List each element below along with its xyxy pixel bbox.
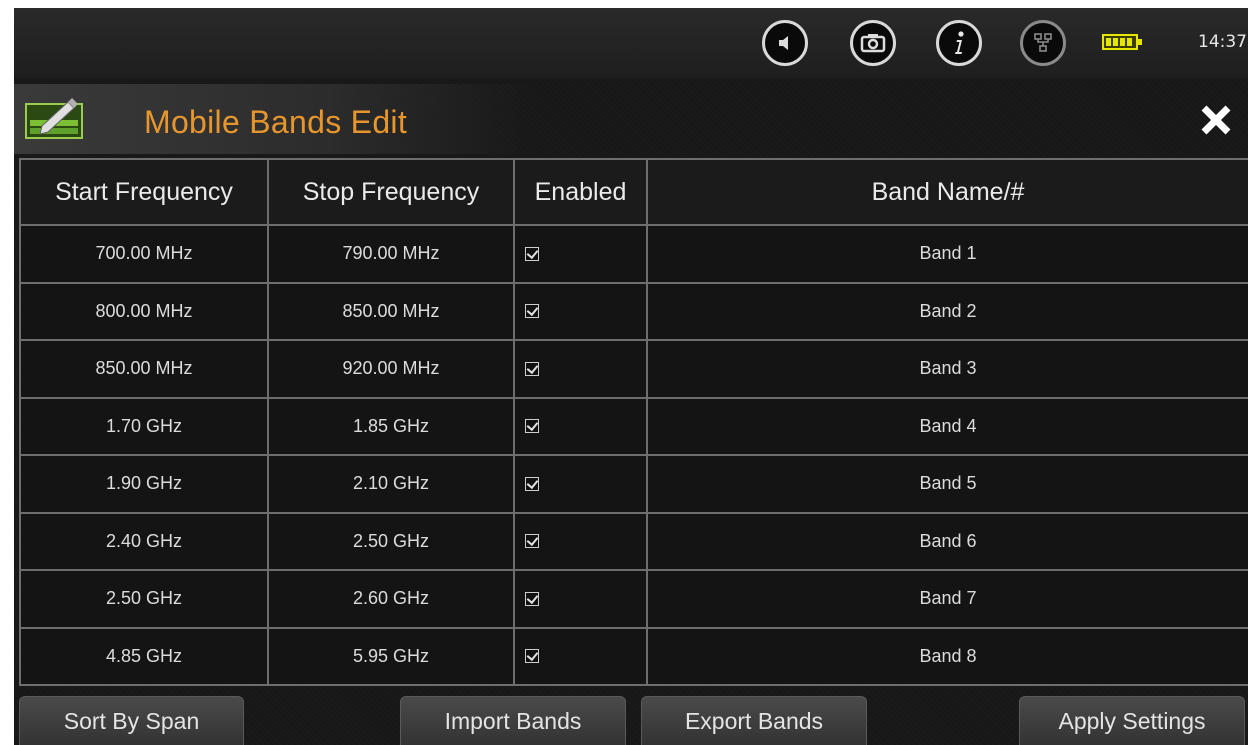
table-row[interactable]: 2.50 GHz 2.60 GHz Band 7 <box>19 569 1248 629</box>
start-frequency-cell[interactable]: 2.50 GHz <box>19 569 269 629</box>
device-screen: 14:37 Mobile Bands Edit Start Frequency … <box>14 8 1248 745</box>
enabled-checkbox[interactable] <box>525 361 539 376</box>
stop-frequency-cell[interactable]: 2.50 GHz <box>267 511 515 571</box>
table-row[interactable]: 850.00 MHz 920.00 MHz Band 3 <box>19 339 1248 399</box>
stop-frequency-cell[interactable]: 5.95 GHz <box>267 626 515 686</box>
start-frequency-cell[interactable]: 1.70 GHz <box>19 396 269 456</box>
speaker-icon[interactable] <box>762 20 808 66</box>
stop-frequency-cell[interactable]: 850.00 MHz <box>267 281 515 341</box>
status-bar: 14:37 <box>14 8 1248 78</box>
band-name-cell[interactable]: Band 8 <box>646 626 1248 686</box>
stop-frequency-cell[interactable]: 2.10 GHz <box>267 454 515 514</box>
import-bands-button[interactable]: Import Bands <box>400 696 626 745</box>
band-name-cell[interactable]: Band 2 <box>646 281 1248 341</box>
start-frequency-cell[interactable]: 2.40 GHz <box>19 511 269 571</box>
enabled-cell[interactable] <box>513 626 648 686</box>
band-name-cell[interactable]: Band 6 <box>646 511 1248 571</box>
apply-settings-button[interactable]: Apply Settings <box>1019 696 1245 745</box>
start-frequency-cell[interactable]: 800.00 MHz <box>19 281 269 341</box>
band-name-cell[interactable]: Band 5 <box>646 454 1248 514</box>
table-header-row: Start Frequency Stop Frequency Enabled B… <box>19 158 1248 226</box>
enabled-cell[interactable] <box>513 511 648 571</box>
start-frequency-cell[interactable]: 4.85 GHz <box>19 626 269 686</box>
column-header-start-frequency[interactable]: Start Frequency <box>19 158 269 226</box>
export-bands-button[interactable]: Export Bands <box>641 696 867 745</box>
band-name-cell[interactable]: Band 4 <box>646 396 1248 456</box>
table-row[interactable]: 1.70 GHz 1.85 GHz Band 4 <box>19 396 1248 456</box>
enabled-cell[interactable] <box>513 281 648 341</box>
sort-by-span-button[interactable]: Sort By Span <box>19 696 244 745</box>
start-frequency-cell[interactable]: 700.00 MHz <box>19 224 269 284</box>
camera-icon[interactable] <box>850 20 896 66</box>
enabled-cell[interactable] <box>513 224 648 284</box>
enabled-checkbox[interactable] <box>525 476 539 491</box>
band-name-cell[interactable]: Band 3 <box>646 339 1248 399</box>
info-icon[interactable] <box>936 20 982 66</box>
table-row[interactable]: 4.85 GHz 5.95 GHz Band 8 <box>19 626 1248 686</box>
page-title: Mobile Bands Edit <box>144 104 408 140</box>
edit-icon <box>24 96 86 142</box>
enabled-checkbox[interactable] <box>525 246 539 261</box>
column-header-stop-frequency[interactable]: Stop Frequency <box>267 158 515 226</box>
battery-icon <box>1102 32 1144 52</box>
table-row[interactable]: 1.90 GHz 2.10 GHz Band 5 <box>19 454 1248 514</box>
stop-frequency-cell[interactable]: 2.60 GHz <box>267 569 515 629</box>
title-bar: Mobile Bands Edit <box>14 84 1248 154</box>
enabled-checkbox[interactable] <box>525 304 539 318</box>
table-row[interactable]: 800.00 MHz 850.00 MHz Band 2 <box>19 281 1248 341</box>
column-header-enabled[interactable]: Enabled <box>513 158 648 226</box>
stop-frequency-cell[interactable]: 920.00 MHz <box>267 339 515 399</box>
enabled-cell[interactable] <box>513 339 648 399</box>
table-row[interactable]: 700.00 MHz 790.00 MHz Band 1 <box>19 224 1248 284</box>
close-icon <box>1201 105 1231 135</box>
start-frequency-cell[interactable]: 850.00 MHz <box>19 339 269 399</box>
clock: 14:37 <box>1198 32 1247 52</box>
stop-frequency-cell[interactable]: 1.85 GHz <box>267 396 515 456</box>
column-header-band-name[interactable]: Band Name/# <box>646 158 1248 226</box>
enabled-cell[interactable] <box>513 396 648 456</box>
enabled-cell[interactable] <box>513 569 648 629</box>
bands-table: Start Frequency Stop Frequency Enabled B… <box>19 158 1248 686</box>
stop-frequency-cell[interactable]: 790.00 MHz <box>267 224 515 284</box>
close-button[interactable] <box>1194 98 1238 142</box>
start-frequency-cell[interactable]: 1.90 GHz <box>19 454 269 514</box>
band-name-cell[interactable]: Band 7 <box>646 569 1248 629</box>
table-row[interactable]: 2.40 GHz 2.50 GHz Band 6 <box>19 511 1248 571</box>
network-icon[interactable] <box>1020 20 1066 66</box>
enabled-checkbox[interactable] <box>525 534 539 548</box>
enabled-checkbox[interactable] <box>525 591 539 606</box>
enabled-cell[interactable] <box>513 454 648 514</box>
band-name-cell[interactable]: Band 1 <box>646 224 1248 284</box>
enabled-checkbox[interactable] <box>525 649 539 663</box>
enabled-checkbox[interactable] <box>525 419 539 433</box>
